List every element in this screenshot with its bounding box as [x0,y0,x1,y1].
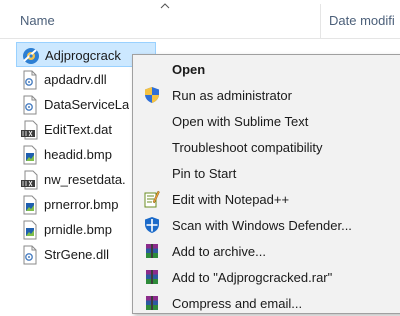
winrar-icon [146,244,158,258]
file-name: headid.bmp [44,147,112,162]
app-gear-icon [23,48,39,64]
context-menu: Open Run as administrator Open with Subl… [132,54,400,314]
column-header: Name Date modifi [0,0,400,39]
menu-item-label: Run as administrator [172,88,292,103]
column-divider[interactable] [320,4,321,38]
menu-item-add-to-archive[interactable]: Add to archive... [133,239,400,264]
bitmap-file-icon [23,195,37,215]
sort-ascending-icon[interactable] [160,2,170,10]
winrar-icon [146,270,158,284]
uac-shield-icon [145,87,159,103]
menu-item-label: Open [172,62,206,77]
file-name: nw_resetdata. [44,172,126,187]
menu-item-open[interactable]: Open [133,57,400,82]
bitmap-file-icon [23,220,37,240]
menu-item-label: Scan with Windows Defender... [172,218,352,233]
date-modified-column-header[interactable]: Date modifi [329,13,395,28]
name-column-header[interactable]: Name [20,13,55,28]
menu-item-add-to-rar[interactable]: Add to "Adjprogcracked.rar" [133,265,400,290]
file-name: DataServiceLa [44,97,130,112]
menu-item-pin-to-start[interactable]: Pin to Start [133,161,400,186]
menu-item-compress-and-email[interactable]: Compress and email... [133,291,400,316]
menu-item-open-with-sublime[interactable]: Open with Sublime Text [133,109,400,134]
menu-item-scan-with-defender[interactable]: Scan with Windows Defender... [133,213,400,238]
menu-item-edit-with-notepad[interactable]: Edit with Notepad++ [133,187,400,212]
bitmap-file-icon [23,145,37,165]
file-name: StrGene.dll [44,247,110,262]
defender-icon [145,217,159,233]
dll-file-icon [23,70,37,90]
dll-file-icon [23,245,37,265]
dat-file-icon [21,170,38,190]
file-name: EditText.dat [44,122,112,137]
menu-item-label: Add to "Adjprogcracked.rar" [172,270,333,285]
dat-file-icon [21,120,38,140]
menu-item-label: Troubleshoot compatibility [172,140,323,155]
menu-item-troubleshoot-compatibility[interactable]: Troubleshoot compatibility [133,135,400,160]
file-name: prnidle.bmp [44,222,112,237]
notepad-plus-icon [144,190,160,208]
menu-item-label: Compress and email... [172,296,303,311]
file-name: apdadrv.dll [44,72,107,87]
file-name: Adjprogcrack [45,48,121,63]
file-name: prnerror.bmp [44,197,119,212]
menu-item-label: Pin to Start [172,166,237,181]
menu-item-label: Edit with Notepad++ [172,192,290,207]
menu-item-run-as-administrator[interactable]: Run as administrator [133,83,400,108]
winrar-icon [146,296,158,310]
dll-file-icon [23,95,37,115]
menu-item-label: Open with Sublime Text [172,114,309,129]
menu-item-label: Add to archive... [172,244,266,259]
